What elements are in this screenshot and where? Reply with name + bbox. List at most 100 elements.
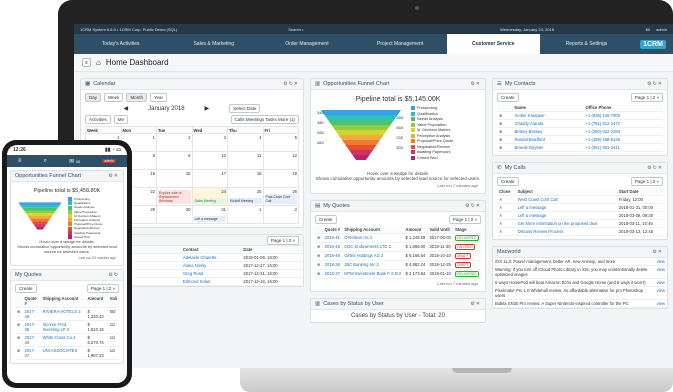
day-cell[interactable]: 16 [157, 170, 193, 188]
funnel-segment[interactable] [23, 210, 57, 214]
day-cell[interactable]: 2 [263, 206, 299, 224]
view-month[interactable]: Month [126, 93, 147, 102]
phone-pager[interactable]: Page 1 | 2 » [86, 284, 119, 294]
global-search[interactable]: Search • [183, 27, 408, 32]
table-row[interactable]: ⊕ 2017-37 UNI ASSOCIATES $ 1,987.23 11/ [15, 346, 119, 361]
table-row[interactable]: ⊕ 2018-49 Gifted Holdings AG 2 $ 6,166.54 20… [315, 251, 481, 261]
user-menu[interactable]: admin [656, 27, 667, 32]
table-row[interactable]: ⊕ 2017-48 White Cross Co 2 $ 6,270.74 11/ [15, 333, 119, 348]
day-cell[interactable]: 17 [192, 170, 228, 188]
news-item[interactable]: 5 ways HomePod will beat Amazon Echo and… [493, 278, 667, 287]
mail-icon[interactable]: ✉ 10 [69, 158, 80, 165]
phone-funnel-chart[interactable] [15, 197, 65, 237]
day-cell[interactable]: 31 Left a message [192, 206, 228, 224]
table-row[interactable]: ✕ Get More information on the proposed de… [497, 219, 663, 228]
phone-user[interactable]: admin [102, 159, 116, 163]
day-cell[interactable]: 5 [263, 134, 299, 152]
funnel-segment[interactable] [25, 213, 55, 216]
table-row[interactable]: ⊕ Brande Boyster +1 (351) 551-2411 [497, 143, 663, 152]
table-row[interactable]: ✕ West Coast Conf Call Friday, 12:00 [497, 195, 663, 204]
event-item[interactable]: Kickoff Meeting [229, 198, 262, 204]
funnel-segment[interactable] [331, 125, 391, 130]
tab-reports-settings[interactable]: Reports & Settings [540, 34, 633, 54]
menu-icon[interactable]: ≡ [18, 158, 22, 164]
day-cell[interactable]: 1 [228, 206, 264, 224]
tab-project-management[interactable]: Project Management [354, 34, 447, 54]
day-cell[interactable]: 26 Post-Close Conf Call [263, 188, 299, 206]
create-contact-button[interactable]: Create [497, 93, 519, 102]
panel-tools-icon[interactable]: ⚙✕ [470, 81, 481, 87]
tab-customer-service[interactable]: Customer Service [446, 34, 540, 54]
day-cell[interactable]: 10 [192, 152, 228, 170]
day-cell[interactable]: 30 [157, 206, 193, 224]
day-cell[interactable]: 18 [228, 170, 264, 188]
create-call-button[interactable]: Create [497, 177, 519, 186]
view-week[interactable]: Week [104, 93, 124, 102]
funnel-segment[interactable] [20, 205, 60, 208]
table-row[interactable]: ⊕ 2017-36 Income Fred Investing LP 2 $ 1,81… [15, 320, 119, 335]
type-filters[interactable]: Calls Meetings Tasks More (1) [230, 115, 299, 124]
table-row[interactable]: ⊕ 2018-41 O'Neilson Inc 2 $ 1,249.59 2017-06… [315, 233, 481, 243]
funnel-segment[interactable] [321, 110, 401, 115]
funnel-segment[interactable] [18, 202, 62, 206]
funnel-segment[interactable] [352, 155, 370, 160]
news-item[interactable]: iOS 11.3: Power management, better AR, n… [493, 258, 667, 266]
panel-tools-icon[interactable]: ⚙↻✕ [647, 165, 663, 171]
day-cell[interactable]: 23Explore sale of Replacement Windows [157, 188, 193, 206]
panel-tools-icon[interactable]: ⚙✕ [652, 249, 663, 255]
search-icon[interactable]: ⌕ [44, 158, 47, 165]
news-item[interactable]: Bidela SN30 Pro review: A Super Nintendo… [493, 299, 667, 308]
logo[interactable]: 1CRM [633, 34, 673, 54]
table-row[interactable]: ⊕ 2018-38 JBC Banking Inc 2 $ 4,882.24 2018-… [315, 260, 481, 270]
day-cell[interactable]: 2 [157, 134, 193, 152]
funnel-segment[interactable] [345, 145, 377, 150]
tab-sales-marketing[interactable]: Sales & Marketing [167, 34, 260, 54]
select-date[interactable]: Select Date [229, 104, 261, 113]
funnel-segment[interactable] [338, 135, 384, 140]
table-row[interactable]: ⊕ Amber Kloepper +1 (835) 146-7800 [497, 111, 663, 120]
phone-create-button[interactable]: Create [15, 284, 37, 294]
view-year[interactable]: Year [149, 93, 168, 102]
quotes-pager[interactable]: Page 1 | 2 » [448, 215, 481, 224]
day-cell[interactable]: 12 [263, 152, 299, 170]
tab-todays-activities[interactable]: Today's Activities [74, 34, 167, 54]
create-quote-button[interactable]: Create [315, 215, 337, 224]
funnel-segment[interactable] [35, 226, 45, 230]
event-item[interactable]: Explore sale of Replacement Windows [158, 190, 191, 204]
funnel-segment[interactable] [324, 115, 398, 120]
day-cell[interactable]: 11 [228, 152, 264, 170]
funnel-segment[interactable] [349, 150, 373, 155]
contacts-pager[interactable]: Page 1 | 2 » [630, 93, 663, 102]
table-row[interactable]: ⊕ 2017-46 RIVIERA HOTELS 2 $ 1,320.42 05/ [15, 307, 119, 322]
table-row[interactable]: ⊕ 2018-37 MTM Investment Bank F S B 2 $ 2,1… [315, 269, 481, 279]
emails-pager[interactable]: Page 1 | 2 » [266, 235, 299, 245]
tab-order-management[interactable]: Order Management [260, 34, 353, 54]
activities-filter[interactable]: Activities [85, 115, 111, 124]
table-row[interactable]: ⊕ Chaddy Aranda +1 (781) 812-2472 [497, 119, 663, 128]
event-item[interactable]: Sales Meeting [193, 198, 226, 204]
panel-tools-icon[interactable]: ⚙↻✕ [647, 81, 663, 87]
table-row[interactable]: ⊕ 2018-48 CDC Endowments LTD 2 $ 1,666.00 20… [315, 242, 481, 252]
funnel-segment[interactable] [31, 221, 49, 225]
event-item[interactable]: Left a message [193, 216, 226, 222]
funnel-segment[interactable] [342, 140, 380, 145]
next-month-icon[interactable]: ▶ [205, 105, 210, 112]
prev-month-icon[interactable]: ◀ [124, 105, 129, 112]
menu-icon[interactable]: ≡ [82, 58, 91, 67]
table-row[interactable]: ✕ Left a message 2018-03-09, 09:30 [497, 211, 663, 220]
day-cell[interactable]: 9 [157, 152, 193, 170]
funnel-segment[interactable] [328, 120, 394, 125]
day-cell-today[interactable]: 24 Sales Meeting [192, 188, 228, 206]
day-cell[interactable]: 19 [263, 170, 299, 188]
funnel-chart[interactable]: 345 265 380 545 455 235 460 500 [315, 106, 407, 168]
calls-pager[interactable]: Page 1 | 2 » [630, 177, 663, 186]
news-item[interactable]: Pixelmator Pro 1.0 Whitehall review: An … [493, 286, 667, 300]
table-row[interactable]: ✕ Discuss Review Process 2018-03-13, 12:45 [497, 227, 663, 236]
funnel-segment[interactable] [335, 130, 387, 135]
news-item[interactable]: Warning: If you turn off iCloud Photo Li… [493, 265, 667, 279]
day-cell[interactable]: 4 [228, 134, 264, 152]
table-row[interactable]: ⊕ Randal Bradford +1 (488) 458-8146 [497, 135, 663, 144]
panel-tools-icon[interactable]: ⚙↻✕ [283, 81, 299, 87]
funnel-segment[interactable] [33, 224, 47, 227]
table-row[interactable]: ⊕ Britney Bessey +1 (280) 022-2283 [497, 127, 663, 136]
